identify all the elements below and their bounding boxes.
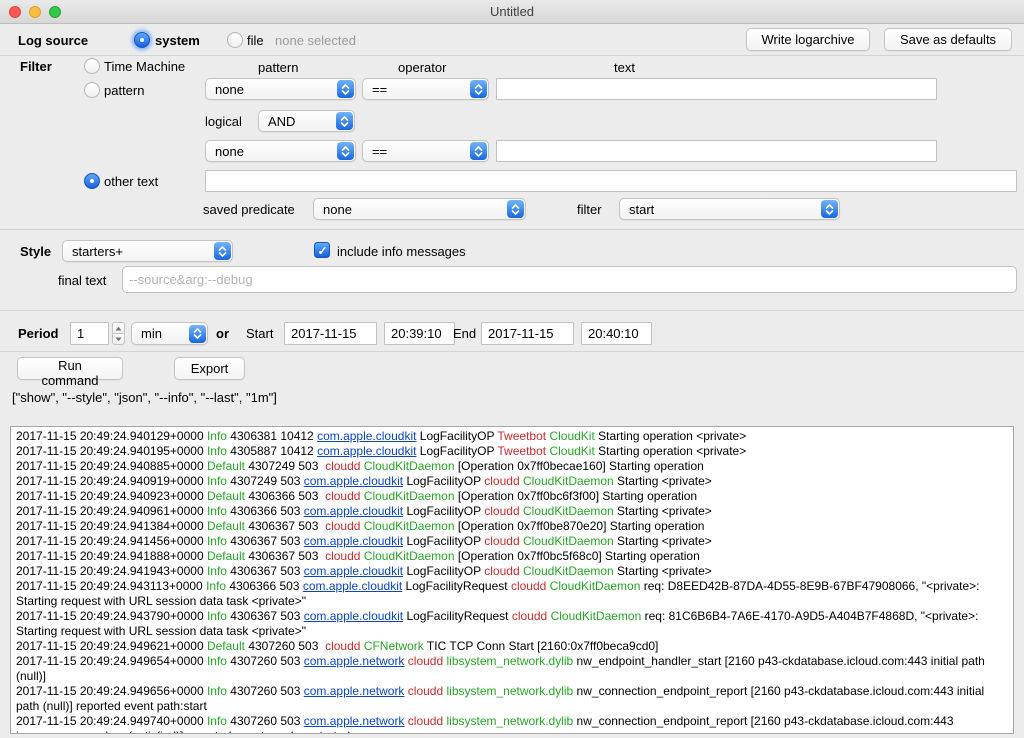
log-entry: 2017-11-15 20:49:24.940885+0000 Default … — [16, 459, 1008, 474]
radio-other-text-label[interactable]: other text — [104, 174, 158, 189]
start-time-input[interactable] — [384, 322, 455, 345]
row2-operator-popup[interactable]: == — [362, 140, 489, 162]
close-icon[interactable] — [9, 6, 21, 18]
popup-arrows-icon — [336, 112, 353, 130]
column-header-operator: operator — [398, 60, 446, 75]
logical-popup[interactable]: AND — [258, 110, 355, 132]
stepper-down-icon[interactable] — [112, 333, 125, 345]
style-value: starters+ — [63, 244, 214, 259]
save-as-defaults-button[interactable]: Save as defaults — [884, 28, 1012, 51]
row2-pattern-popup[interactable]: none — [205, 140, 356, 162]
radio-system-label[interactable]: system — [155, 33, 200, 48]
row1-operator-popup[interactable]: == — [362, 78, 489, 100]
column-header-text: text — [614, 60, 635, 75]
filter-popup-label: filter — [577, 202, 602, 217]
start-date-input[interactable] — [284, 322, 377, 345]
radio-system[interactable] — [134, 32, 150, 48]
log-entry: 2017-11-15 20:49:24.949740+0000 Info 430… — [16, 714, 1008, 734]
divider — [0, 55, 1024, 56]
final-text-input[interactable] — [122, 266, 1017, 293]
divider — [0, 351, 1024, 352]
row2-pattern-value: none — [206, 144, 337, 159]
end-label: End — [453, 326, 476, 341]
export-button[interactable]: Export — [174, 357, 245, 380]
popup-arrows-icon — [821, 200, 838, 218]
traffic-lights — [9, 6, 61, 18]
popup-arrows-icon — [470, 80, 487, 98]
command-preview: ["show", "--style", "json", "--info", "-… — [12, 390, 277, 405]
style-popup[interactable]: starters+ — [62, 240, 233, 262]
logical-label: logical — [205, 114, 242, 129]
start-label: Start — [246, 326, 273, 341]
minimize-icon[interactable] — [29, 6, 41, 18]
run-command-button[interactable]: Run command — [17, 357, 123, 380]
row1-pattern-value: none — [206, 82, 337, 97]
logical-value: AND — [259, 114, 336, 129]
radio-time-machine-label[interactable]: Time Machine — [104, 59, 185, 74]
end-time-input[interactable] — [581, 322, 652, 345]
row1-operator-value: == — [363, 82, 470, 97]
final-text-label: final text — [58, 273, 106, 288]
log-entry: 2017-11-15 20:49:24.949656+0000 Info 430… — [16, 684, 1008, 714]
log-entry: 2017-11-15 20:49:24.941943+0000 Info 430… — [16, 564, 1008, 579]
file-status-text: none selected — [275, 33, 356, 48]
filter-popup[interactable]: start — [619, 198, 840, 220]
end-date-input[interactable] — [481, 322, 574, 345]
stepper-up-icon[interactable] — [112, 322, 125, 333]
or-label: or — [216, 326, 229, 341]
filter-section-label: Filter — [20, 59, 52, 74]
row2-operator-value: == — [363, 144, 470, 159]
popup-arrows-icon — [337, 142, 354, 160]
log-entry: 2017-11-15 20:49:24.940961+0000 Info 430… — [16, 504, 1008, 519]
log-entry: 2017-11-15 20:49:24.940923+0000 Default … — [16, 489, 1008, 504]
row1-text-input[interactable] — [496, 78, 937, 100]
divider — [0, 310, 1024, 311]
include-info-checkbox[interactable] — [314, 242, 330, 258]
log-entry: 2017-11-15 20:49:24.943113+0000 Info 430… — [16, 579, 1008, 609]
title-bar: Untitled — [0, 0, 1024, 24]
log-entry: 2017-11-15 20:49:24.943790+0000 Info 430… — [16, 609, 1008, 639]
column-header-pattern: pattern — [258, 60, 298, 75]
popup-arrows-icon — [507, 200, 524, 218]
log-entry: 2017-11-15 20:49:24.940195+0000 Info 430… — [16, 444, 1008, 459]
log-output[interactable]: 2017-11-15 20:49:24.940129+0000 Info 430… — [10, 426, 1014, 734]
period-unit-popup[interactable]: min — [131, 322, 208, 345]
other-text-input[interactable] — [205, 170, 1017, 192]
radio-time-machine[interactable] — [84, 58, 100, 74]
radio-file[interactable] — [227, 32, 243, 48]
write-logarchive-button[interactable]: Write logarchive — [746, 28, 870, 51]
radio-pattern-label[interactable]: pattern — [104, 83, 144, 98]
saved-predicate-popup[interactable]: none — [313, 198, 526, 220]
log-source-label: Log source — [18, 33, 88, 48]
popup-arrows-icon — [214, 242, 231, 260]
divider — [0, 229, 1024, 230]
period-unit-value: min — [132, 326, 189, 341]
radio-file-label[interactable]: file — [247, 33, 264, 48]
filter-popup-value: start — [620, 202, 821, 217]
period-section-label: Period — [18, 326, 58, 341]
log-entry: 2017-11-15 20:49:24.941456+0000 Info 430… — [16, 534, 1008, 549]
log-entry: 2017-11-15 20:49:24.949654+0000 Info 430… — [16, 654, 1008, 684]
saved-predicate-label: saved predicate — [203, 202, 295, 217]
row2-text-input[interactable] — [496, 140, 937, 162]
period-value-input[interactable] — [70, 322, 109, 345]
window-title: Untitled — [0, 0, 1024, 23]
style-section-label: Style — [20, 244, 51, 259]
log-entry: 2017-11-15 20:49:24.941384+0000 Default … — [16, 519, 1008, 534]
log-entry: 2017-11-15 20:49:24.940129+0000 Info 430… — [16, 429, 1008, 444]
popup-arrows-icon — [189, 325, 206, 343]
log-entry: 2017-11-15 20:49:24.940919+0000 Info 430… — [16, 474, 1008, 489]
log-entry: 2017-11-15 20:49:24.941888+0000 Default … — [16, 549, 1008, 564]
saved-predicate-value: none — [314, 202, 507, 217]
popup-arrows-icon — [337, 80, 354, 98]
log-entry: 2017-11-15 20:49:24.949621+0000 Default … — [16, 639, 1008, 654]
row1-pattern-popup[interactable]: none — [205, 78, 356, 100]
popup-arrows-icon — [470, 142, 487, 160]
fullscreen-icon[interactable] — [49, 6, 61, 18]
app-window: Untitled Log source system file none sel… — [0, 0, 1024, 738]
period-stepper[interactable] — [112, 322, 125, 345]
include-info-label[interactable]: include info messages — [337, 244, 466, 259]
radio-pattern[interactable] — [84, 82, 100, 98]
radio-other-text[interactable] — [84, 173, 100, 189]
